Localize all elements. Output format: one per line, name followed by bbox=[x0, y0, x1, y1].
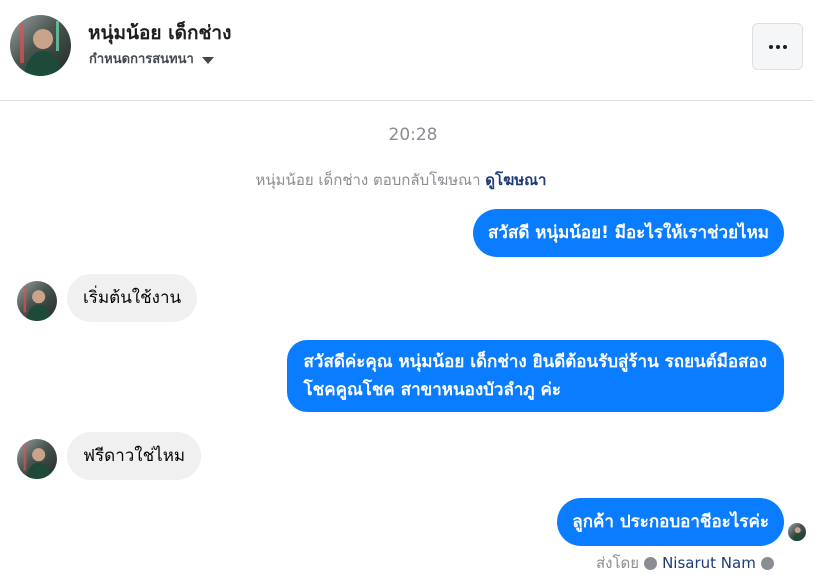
message-text: ลูกค้า ประกอบอาชีอะไรค่ะ bbox=[572, 512, 769, 532]
outgoing-message: สวัสดีค่ะคุณ หนุ่มน้อย เด็กช่าง ยินดีต้อ… bbox=[286, 340, 784, 412]
contact-avatar[interactable] bbox=[10, 15, 71, 76]
help-icon[interactable] bbox=[760, 556, 774, 570]
message-text-line: สวัสดีค่ะคุณ หนุ่มน้อย เด็กช่าง ยินดีต้อ… bbox=[303, 352, 767, 372]
sender-avatar[interactable] bbox=[17, 439, 57, 479]
sent-by-info: ส่งโดย Nisarut Nam bbox=[596, 551, 774, 575]
more-horizontal-icon bbox=[768, 44, 787, 49]
message-text-line: โชคคูณโชค สาขาหนองบัวลำภู ค่ะ bbox=[303, 380, 562, 400]
outgoing-message: ลูกค้า ประกอบอาชีอะไรค่ะ bbox=[557, 498, 784, 546]
incoming-message: ฟรีดาวใช่ไหม bbox=[67, 432, 202, 480]
ad-reply-notice: หนุ่มน้อย เด็กช่าง ตอบกลับโฆษณา ดูโฆษณา bbox=[0, 168, 802, 192]
caret-down-icon bbox=[201, 56, 214, 64]
sender-name-link[interactable]: Nisarut Nam bbox=[662, 554, 756, 572]
more-options-button[interactable] bbox=[752, 23, 803, 70]
conversation-schedule-dropdown[interactable]: กำหนดการสนทนา bbox=[89, 48, 214, 69]
verified-icon bbox=[644, 556, 658, 570]
sent-by-label: ส่งโดย bbox=[596, 554, 640, 572]
view-ad-link[interactable]: ดูโฆษณา bbox=[485, 171, 546, 189]
outgoing-message: สวัสดี หนุ่มน้อย! มีอะไรให้เราช่วยไหม bbox=[473, 209, 784, 257]
sender-avatar[interactable] bbox=[17, 281, 57, 321]
contact-name: หนุ่มน้อย เด็กช่าง bbox=[88, 22, 232, 44]
message-timestamp: 20:28 bbox=[388, 125, 438, 145]
message-text: ฟรีดาวใช่ไหม bbox=[83, 446, 186, 466]
ad-reply-text: หนุ่มน้อย เด็กช่าง ตอบกลับโฆษณา bbox=[255, 171, 481, 189]
incoming-message: เริ่มต้นใช้งาน bbox=[67, 274, 198, 322]
message-text: สวัสดี หนุ่มน้อย! มีอะไรให้เราช่วยไหม bbox=[488, 223, 769, 243]
message-text: เริ่มต้นใช้งาน bbox=[83, 288, 182, 308]
conversation-header: หนุ่มน้อย เด็กช่าง กำหนดการสนทนา bbox=[0, 0, 813, 101]
seen-avatar bbox=[788, 523, 806, 541]
conversation-schedule-label: กำหนดการสนทนา bbox=[89, 52, 194, 67]
